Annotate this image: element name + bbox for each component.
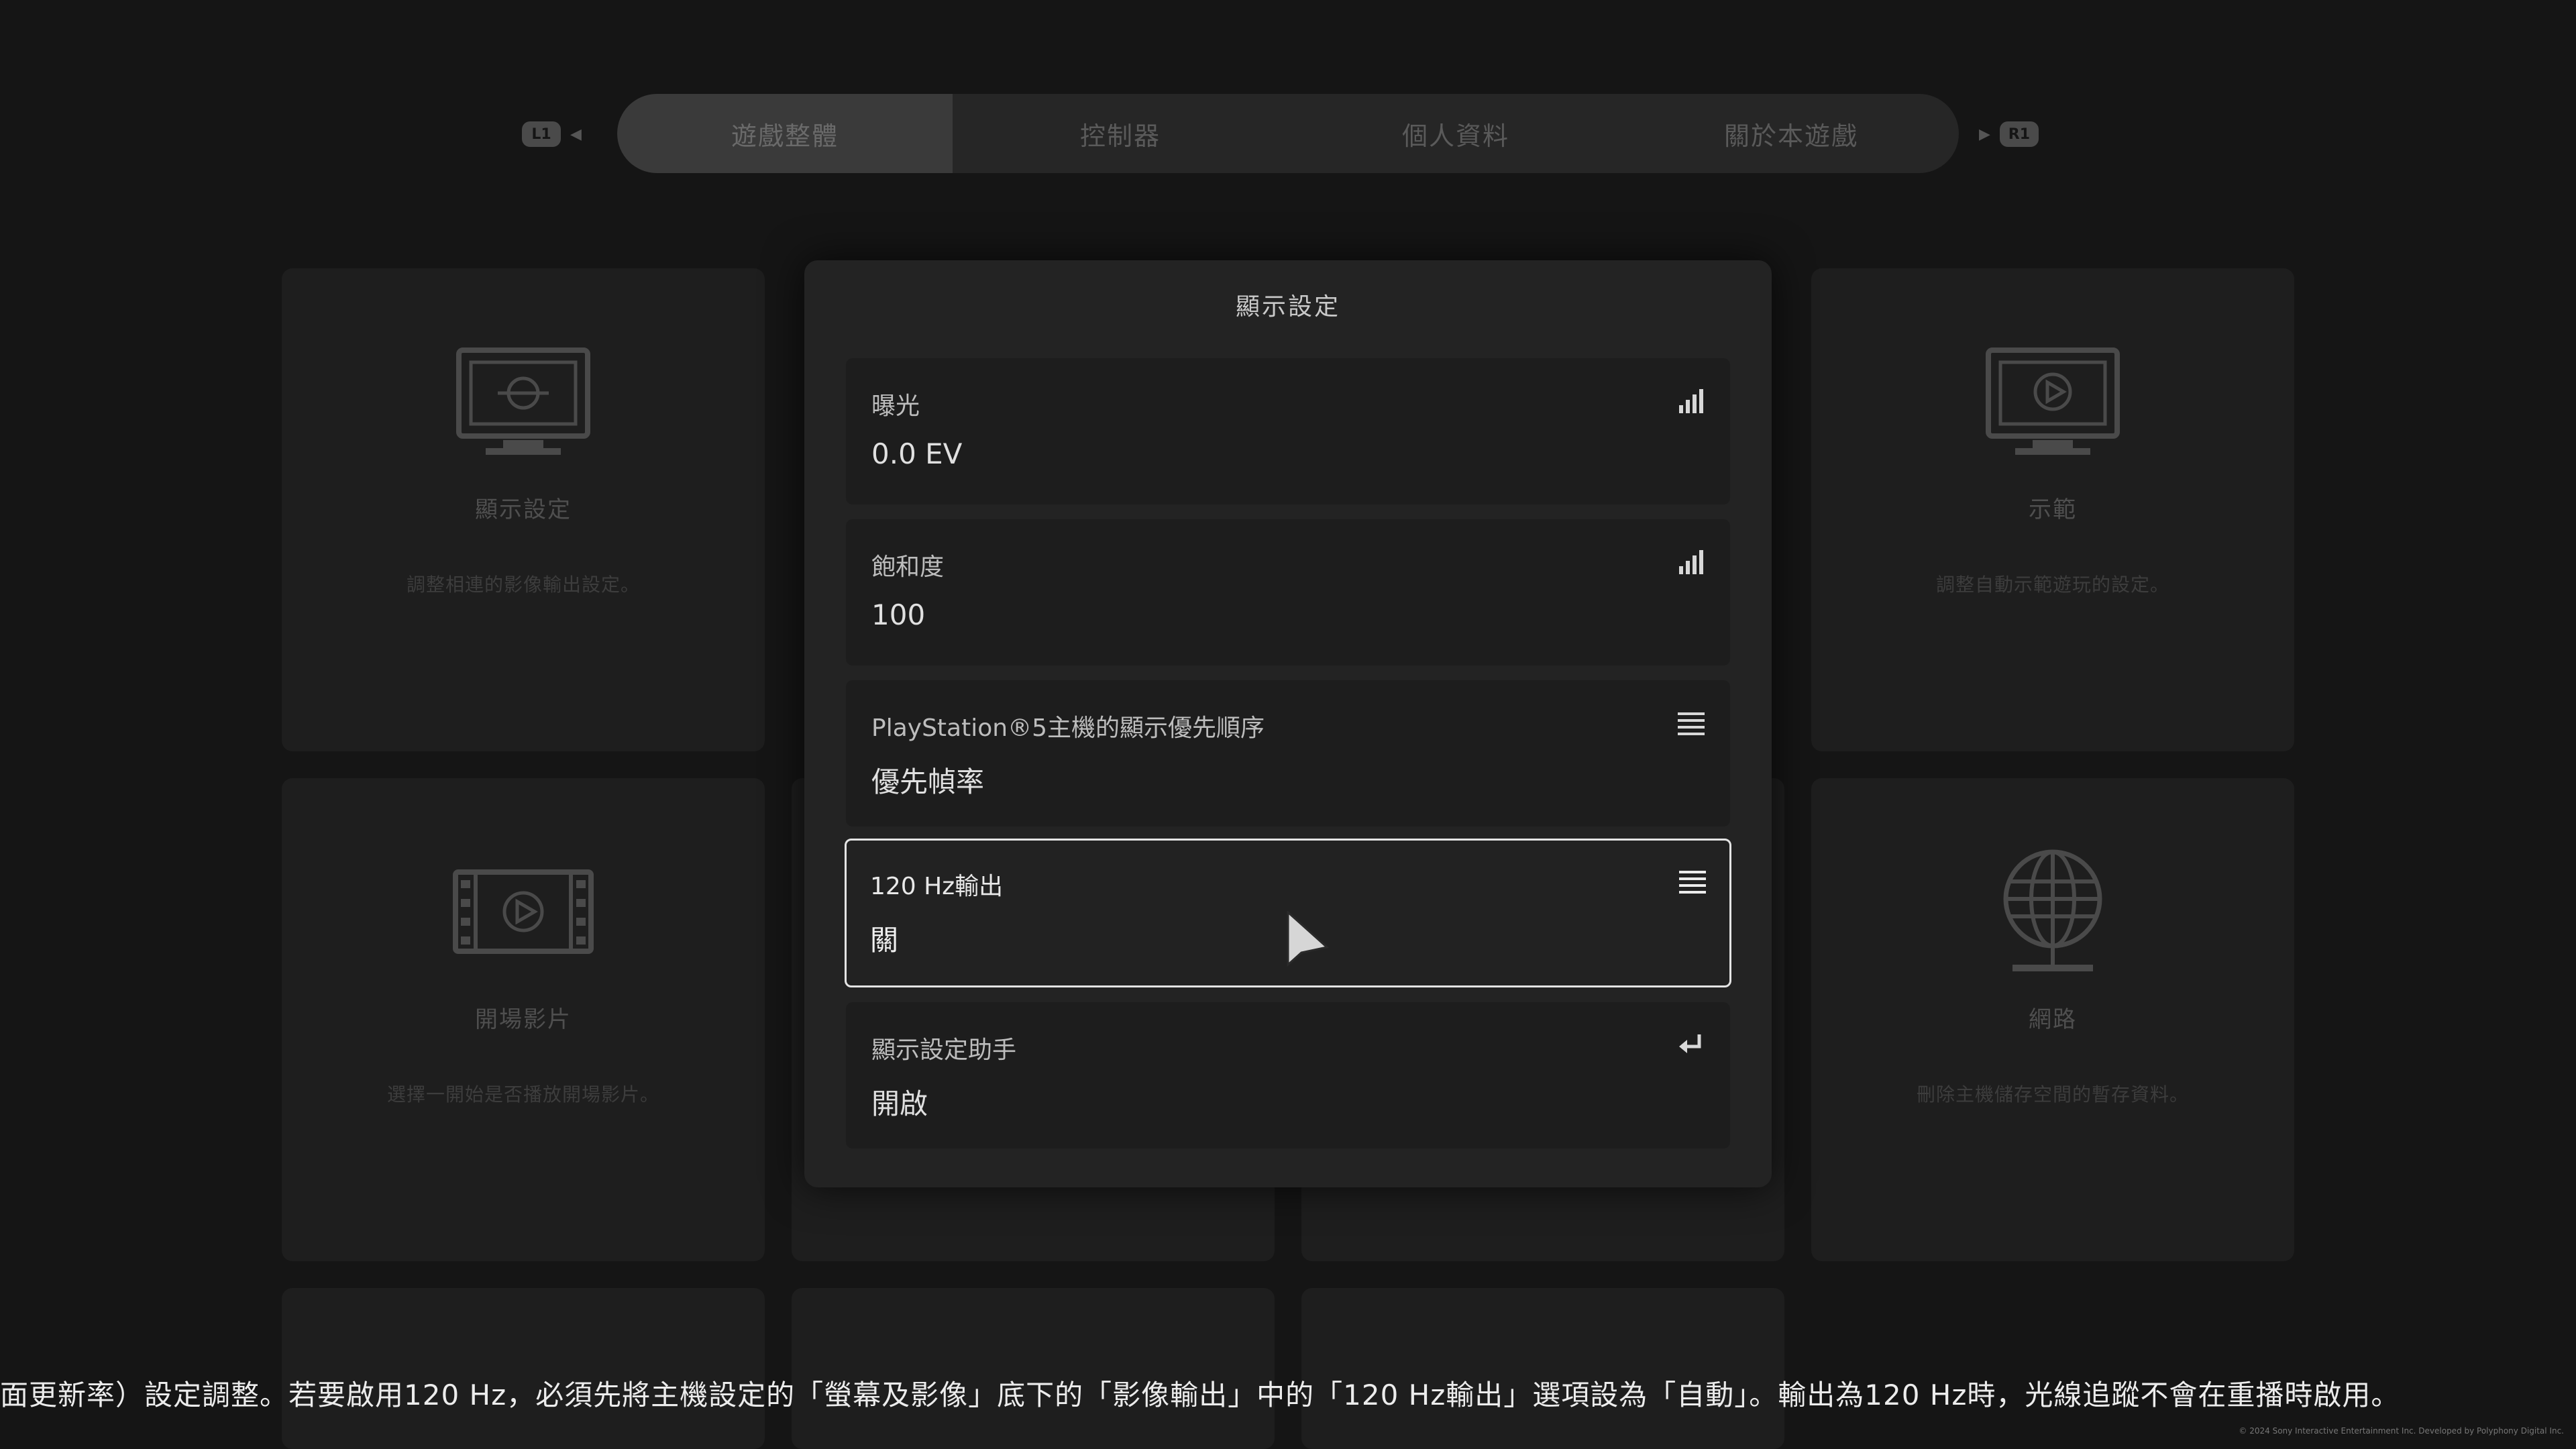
card-title: 開場影片	[475, 1006, 572, 1033]
caret-left-icon: ◀	[570, 125, 582, 143]
card-opening-movie[interactable]: 開場影片 選擇一開始是否播放開場影片。	[282, 778, 765, 1261]
display-settings-dialog: 顯示設定 曝光 0.0 EV 飽和度 100 PlayStation®5主機的顯…	[804, 260, 1772, 1187]
slider-bars-icon	[1679, 550, 1703, 574]
card-description: 選擇一開始是否播放開場影片。	[386, 1083, 659, 1106]
monitor-play-icon	[1986, 347, 2120, 455]
card-hidden[interactable]	[1301, 1288, 1784, 1449]
tab-about[interactable]: 關於本遊戲	[1623, 94, 1959, 173]
list-icon	[1679, 871, 1706, 894]
cursor-pointer-icon	[1287, 911, 1330, 967]
monitor-icon	[456, 347, 590, 455]
tab-bar: 遊戲整體 控制器 個人資料 關於本遊戲	[617, 94, 1959, 173]
slider-bars-icon	[1679, 389, 1703, 413]
list-icon	[1678, 712, 1705, 735]
card-display-settings[interactable]: 顯示設定 調整相連的影像輸出設定。	[282, 268, 765, 751]
card-network[interactable]: 網路 刪除主機儲存空間的暫存資料。	[1811, 778, 2294, 1261]
setting-value: 優先幀率	[871, 765, 985, 798]
setting-value: 開啟	[871, 1087, 928, 1120]
copyright-text: © 2024 Sony Interactive Entertainment In…	[2239, 1426, 2564, 1436]
card-description: 調整相連的影像輸出設定。	[406, 574, 640, 596]
caret-right-icon: ▶	[1979, 125, 1990, 143]
next-tab-control[interactable]: ▶ R1	[1979, 119, 2039, 149]
prev-tab-control[interactable]: L1 ◀	[522, 119, 582, 149]
card-title: 顯示設定	[475, 496, 572, 523]
tab-profile[interactable]: 個人資料	[1288, 94, 1623, 173]
card-title: 網路	[2029, 1006, 2077, 1033]
card-description: 刪除主機儲存空間的暫存資料。	[1916, 1083, 2189, 1106]
setting-value: 關	[870, 924, 899, 957]
setting-label: 顯示設定助手	[871, 1036, 1017, 1064]
card-title: 示範	[2029, 496, 2077, 523]
card-demo[interactable]: 示範 調整自動示範遊玩的設定。	[1811, 268, 2294, 751]
help-caption: 面更新率）設定調整。若要啟用120 Hz，必須先將主機設定的「螢幕及影像」底下的…	[0, 1379, 2400, 1411]
setting-row-saturation[interactable]: 飽和度 100	[846, 519, 1730, 665]
card-hidden[interactable]	[282, 1288, 765, 1449]
r1-button-icon: R1	[1999, 121, 2039, 147]
setting-row-display-assistant[interactable]: 顯示設定助手 開啟	[846, 1002, 1730, 1148]
setting-label: PlayStation®5主機的顯示優先順序	[871, 714, 1265, 742]
dialog-title: 顯示設定	[1235, 293, 1340, 321]
setting-row-exposure[interactable]: 曝光 0.0 EV	[846, 358, 1730, 504]
setting-label: 120 Hz輸出	[870, 873, 1004, 900]
setting-value: 100	[871, 598, 926, 631]
card-hidden[interactable]	[792, 1288, 1275, 1449]
setting-label: 曝光	[871, 392, 920, 420]
film-icon	[453, 869, 594, 954]
setting-value: 0.0 EV	[871, 437, 963, 470]
enter-icon	[1679, 1034, 1701, 1053]
tab-controller[interactable]: 控制器	[953, 94, 1288, 173]
l1-button-icon: L1	[522, 121, 561, 147]
setting-row-ps5-display-priority[interactable]: PlayStation®5主機的顯示優先順序 優先幀率	[846, 680, 1730, 826]
tab-general[interactable]: 遊戲整體	[617, 94, 953, 173]
globe-icon	[2003, 849, 2102, 971]
card-description: 調整自動示範遊玩的設定。	[1935, 574, 2169, 596]
setting-label: 飽和度	[871, 553, 945, 581]
